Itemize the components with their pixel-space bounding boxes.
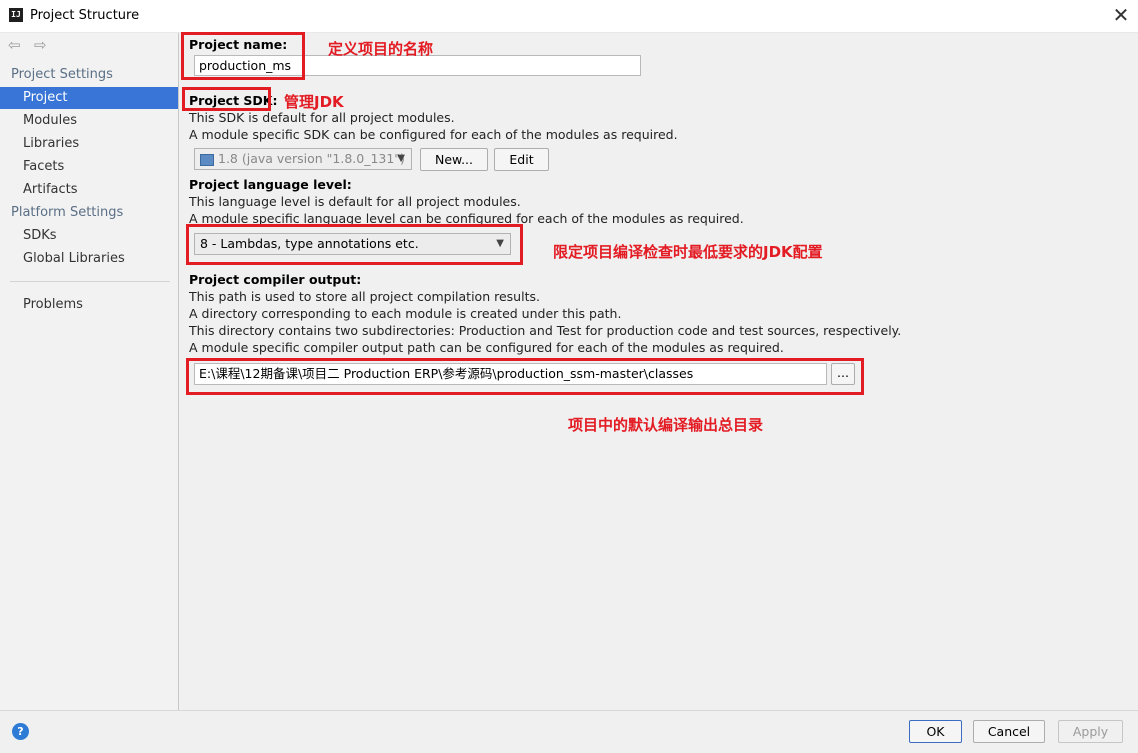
- ok-button[interactable]: OK: [909, 720, 962, 743]
- sdk-dropdown-value: 1.8 (java version "1.8.0_131"): [218, 151, 405, 166]
- intellij-app-icon: IJ: [9, 8, 23, 22]
- sidebar-divider: [10, 281, 170, 282]
- compiler-output-label: Project compiler output:: [189, 272, 362, 287]
- sidebar-item-modules[interactable]: Modules: [0, 110, 178, 132]
- compiler-output-description-2: A directory corresponding to each module…: [189, 306, 622, 321]
- annotation-name: 定义项目的名称: [328, 40, 434, 58]
- sdk-description-1: This SDK is default for all project modu…: [189, 110, 455, 125]
- annotation-output: 项目中的默认编译输出总目录: [568, 416, 764, 434]
- sidebar-item-sdks[interactable]: SDKs: [0, 225, 178, 247]
- sidebar-item-facets[interactable]: Facets: [0, 156, 178, 178]
- cancel-button[interactable]: Cancel: [973, 720, 1045, 743]
- sdk-description-2: A module specific SDK can be configured …: [189, 127, 678, 142]
- sdk-new-button[interactable]: New...: [420, 148, 488, 171]
- sidebar-item-project[interactable]: Project: [0, 87, 178, 109]
- annotation-box-name: [181, 32, 305, 80]
- annotation-box-sdk: [182, 87, 271, 111]
- forward-arrow-icon[interactable]: ⇨: [34, 37, 47, 53]
- apply-button[interactable]: Apply: [1058, 720, 1123, 743]
- title-bar: [0, 0, 1138, 33]
- sidebar-item-artifacts[interactable]: Artifacts: [0, 179, 178, 201]
- annotation-box-language: [186, 224, 523, 265]
- compiler-output-description-1: This path is used to store all project c…: [189, 289, 540, 304]
- sdk-edit-button[interactable]: Edit: [494, 148, 549, 171]
- sidebar-item-global-libraries[interactable]: Global Libraries: [0, 248, 178, 270]
- back-arrow-icon[interactable]: ⇦: [8, 37, 21, 53]
- annotation-sdk: 管理JDK: [284, 93, 344, 111]
- annotation-box-output: [186, 358, 864, 395]
- platform-settings-header: Platform Settings: [11, 205, 124, 220]
- compiler-output-description-3: This directory contains two subdirectori…: [189, 323, 902, 338]
- language-level-description-1: This language level is default for all p…: [189, 194, 521, 209]
- sidebar-item-libraries[interactable]: Libraries: [0, 133, 178, 155]
- sdk-dropdown[interactable]: 1.8 (java version "1.8.0_131") ▼: [194, 148, 412, 170]
- close-icon[interactable]: ✕: [1108, 4, 1134, 28]
- chevron-down-icon: ▼: [397, 153, 405, 164]
- sidebar-item-problems[interactable]: Problems: [0, 294, 178, 316]
- footer-divider: [0, 710, 1138, 711]
- window-title: Project Structure: [30, 8, 140, 23]
- language-level-label: Project language level:: [189, 177, 352, 192]
- help-icon[interactable]: ?: [12, 723, 29, 740]
- compiler-output-description-4: A module specific compiler output path c…: [189, 340, 784, 355]
- annotation-language: 限定项目编译检查时最低要求的JDK配置: [553, 243, 823, 261]
- folder-sdk-icon: [200, 153, 214, 166]
- project-settings-header: Project Settings: [11, 67, 113, 82]
